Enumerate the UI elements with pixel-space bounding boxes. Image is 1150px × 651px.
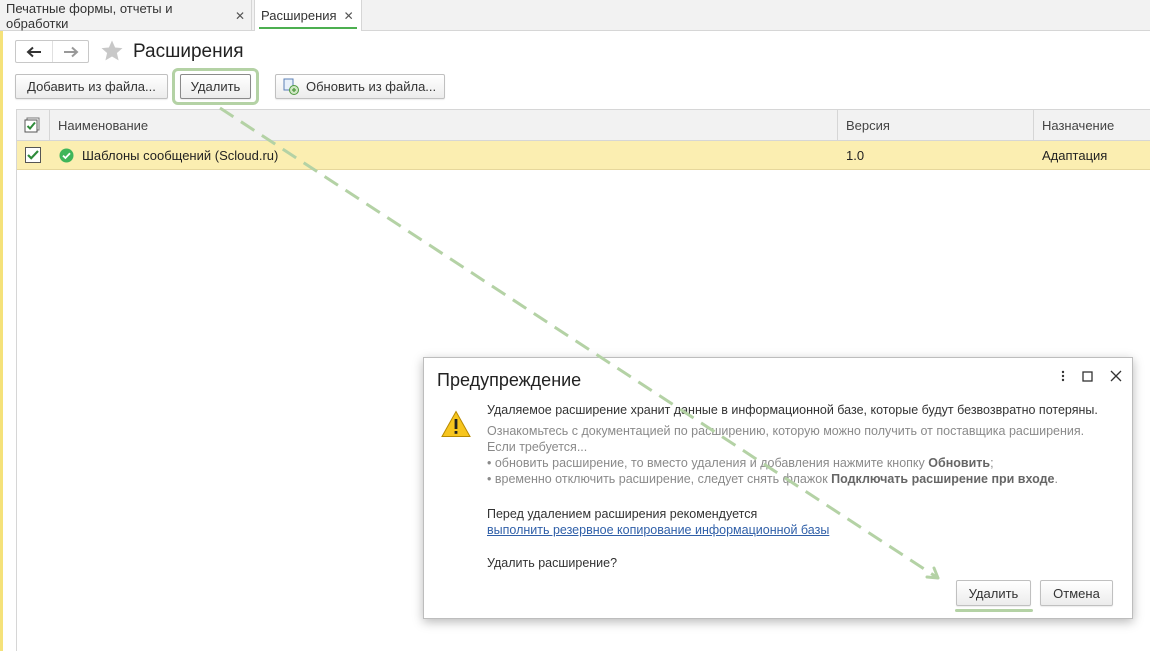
update-from-file-label: Обновить из файла... <box>306 79 437 94</box>
warning-icon <box>441 410 471 437</box>
navigation-buttons <box>15 40 89 63</box>
tab-bar: Печатные формы, отчеты и обработки ✕ Рас… <box>0 0 1150 31</box>
dialog-delete-button[interactable]: Удалить <box>956 580 1031 606</box>
close-icon[interactable]: ✕ <box>344 9 354 23</box>
side-stripe <box>0 31 3 651</box>
update-file-icon <box>283 78 299 95</box>
recommendation-text: Перед удалением расширения рекомендуется <box>487 507 758 521</box>
info-bold: Подключать расширение при входе <box>831 472 1055 486</box>
warning-dialog: Предупреждение Удаляемое расширение хран… <box>423 357 1133 619</box>
dialog-cancel-button[interactable]: Отмена <box>1040 580 1113 606</box>
info-line: • временно отключить расширение, следует… <box>487 471 1127 487</box>
info-text: • обновить расширение, то вместо удалени… <box>487 456 929 470</box>
page-title: Расширения <box>133 41 244 62</box>
tab-print-forms-label: Печатные формы, отчеты и обработки <box>6 0 173 31</box>
dialog-main-text: Удаляемое расширение хранит данные в инф… <box>487 403 1098 417</box>
dialog-window-controls <box>1061 370 1122 382</box>
dialog-question: Удалить расширение? <box>487 556 618 570</box>
check-circle-icon <box>59 148 74 162</box>
tab-extensions[interactable]: Расширения ✕ <box>254 0 362 31</box>
column-header-version[interactable]: Версия <box>838 110 1034 140</box>
close-icon[interactable] <box>1110 370 1122 382</box>
arrow-left-icon <box>26 46 41 57</box>
tab-print-forms[interactable]: Печатные формы, отчеты и обработки ✕ <box>0 0 252 31</box>
info-text: ; <box>990 456 994 470</box>
back-button[interactable] <box>16 41 52 62</box>
info-text: . <box>1054 472 1058 486</box>
row-purpose-cell: Адаптация <box>1042 147 1108 163</box>
check-all-icon <box>24 117 40 133</box>
delete-button-underline <box>955 609 1033 612</box>
info-line: Ознакомьтесь с документацией по расширен… <box>487 424 1085 438</box>
dialog-title: Предупреждение <box>437 370 582 390</box>
star-icon[interactable] <box>100 39 124 63</box>
info-line: • обновить расширение, то вместо удалени… <box>487 455 1127 471</box>
row-checkbox-cell[interactable] <box>17 141 50 169</box>
table-header: Наименование Версия Назначение <box>17 110 1150 141</box>
forward-button[interactable] <box>52 41 88 62</box>
table-row[interactable]: Шаблоны сообщений (Scloud.ru) 1.0 Адапта… <box>17 141 1150 170</box>
column-header-purpose[interactable]: Назначение <box>1034 110 1150 140</box>
select-all-column[interactable] <box>17 110 50 140</box>
row-name-cell: Шаблоны сообщений (Scloud.ru) <box>50 141 838 169</box>
row-version-cell: 1.0 <box>846 147 865 163</box>
more-icon[interactable] <box>1061 370 1065 382</box>
info-bold: Обновить <box>928 456 991 470</box>
dialog-info-text: Ознакомьтесь с документацией по расширен… <box>487 423 1127 487</box>
close-icon[interactable]: ✕ <box>235 9 245 23</box>
checkbox-checked-icon[interactable] <box>25 147 41 163</box>
delete-button[interactable]: Удалить <box>180 74 251 99</box>
update-from-file-button[interactable]: Обновить из файла... <box>275 74 445 99</box>
info-line: Если требуется... <box>487 440 588 454</box>
info-text: • временно отключить расширение, следует… <box>487 472 832 486</box>
extension-name: Шаблоны сообщений (Scloud.ru) <box>82 147 279 163</box>
column-header-name[interactable]: Наименование <box>50 110 838 140</box>
tab-extensions-label: Расширения <box>261 8 337 23</box>
add-from-file-button[interactable]: Добавить из файла... <box>15 74 168 99</box>
maximize-icon[interactable] <box>1082 370 1093 382</box>
arrow-right-icon <box>63 46 78 57</box>
dialog-recommendation: Перед удалением расширения рекомендуется… <box>487 506 1127 538</box>
backup-link[interactable]: выполнить резервное копирование информац… <box>487 523 829 537</box>
